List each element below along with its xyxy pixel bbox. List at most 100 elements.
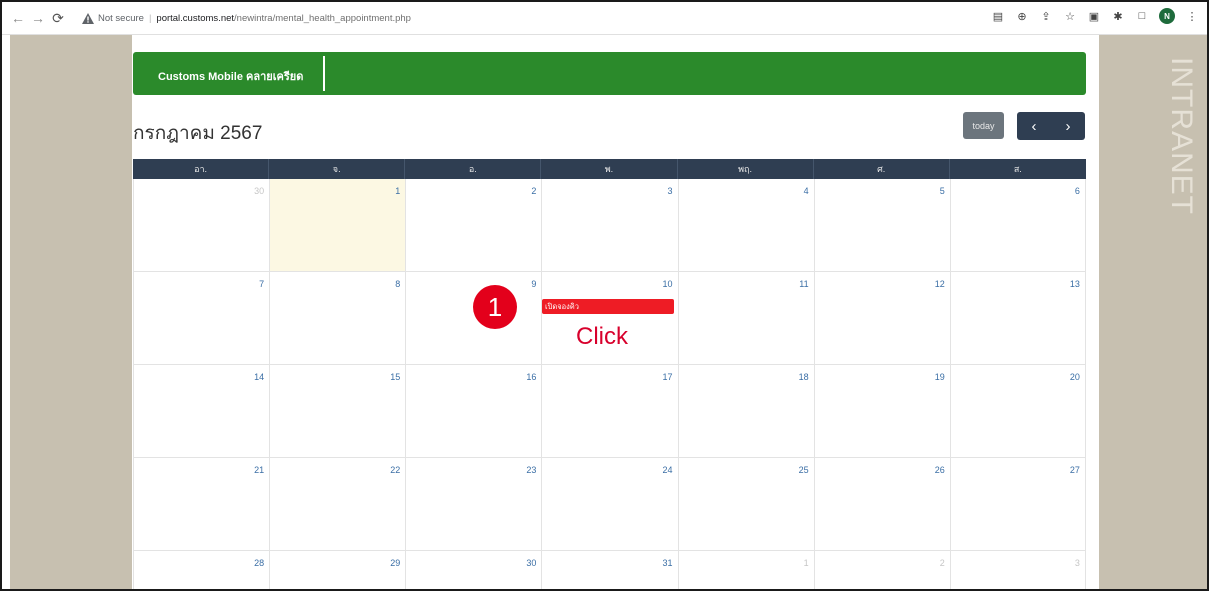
calendar-day[interactable]: 13 bbox=[949, 272, 1086, 364]
app-header-bar: Customs Mobile คลายเครียด bbox=[133, 52, 1086, 95]
day-number[interactable]: 8 bbox=[395, 279, 400, 289]
forward-arrow-icon[interactable]: → bbox=[28, 8, 48, 28]
day-number[interactable]: 16 bbox=[526, 372, 536, 382]
day-number[interactable]: 19 bbox=[935, 372, 945, 382]
calendar-day[interactable]: 4 bbox=[677, 179, 814, 271]
day-number[interactable]: 1 bbox=[395, 186, 400, 196]
day-number[interactable]: 30 bbox=[254, 186, 264, 196]
back-arrow-icon[interactable]: ← bbox=[8, 8, 28, 28]
calendar-day[interactable]: 28 bbox=[133, 551, 269, 589]
calendar-event-open-booking[interactable]: เปิดจองคิว bbox=[542, 299, 674, 314]
day-number[interactable]: 29 bbox=[390, 558, 400, 568]
day-number[interactable]: 9 bbox=[531, 279, 536, 289]
calendar-day[interactable]: 9 bbox=[405, 272, 541, 364]
calendar-week-row: 21 22 23 24 25 26 27 bbox=[133, 458, 1086, 551]
day-number[interactable]: 6 bbox=[1075, 186, 1080, 196]
calendar-day[interactable]: 3 bbox=[541, 179, 677, 271]
share-icon[interactable]: ⇪ bbox=[1039, 9, 1053, 23]
calendar-day[interactable]: 24 bbox=[541, 458, 677, 550]
app-title[interactable]: Customs Mobile คลายเครียด bbox=[158, 67, 303, 85]
calendar-day[interactable]: 21 bbox=[133, 458, 269, 550]
calendar-day[interactable]: 29 bbox=[269, 551, 405, 589]
step-number-badge: 1 bbox=[473, 285, 517, 329]
calendar-day[interactable]: 16 bbox=[405, 365, 541, 457]
day-number[interactable]: 1 bbox=[804, 558, 809, 568]
day-number[interactable]: 25 bbox=[799, 465, 809, 475]
calendar-day[interactable]: 5 bbox=[813, 179, 950, 271]
day-number[interactable]: 26 bbox=[935, 465, 945, 475]
svg-text:INTRANET: INTRANET bbox=[1172, 57, 1198, 215]
calendar-day[interactable]: 2 bbox=[813, 551, 950, 589]
day-number[interactable]: 23 bbox=[526, 465, 536, 475]
security-label: Not secure bbox=[98, 12, 144, 24]
day-number[interactable]: 12 bbox=[935, 279, 945, 289]
translate-icon[interactable]: ▤ bbox=[991, 9, 1005, 23]
day-number[interactable]: 30 bbox=[526, 558, 536, 568]
day-number[interactable]: 15 bbox=[390, 372, 400, 382]
next-month-button[interactable]: › bbox=[1051, 112, 1085, 140]
calendar-day[interactable]: 30 bbox=[405, 551, 541, 589]
calendar-day[interactable]: 6 bbox=[949, 179, 1086, 271]
bookmark-star-icon[interactable]: ☆ bbox=[1063, 9, 1077, 23]
day-number[interactable]: 4 bbox=[804, 186, 809, 196]
calendar-day[interactable]: 23 bbox=[405, 458, 541, 550]
day-number[interactable]: 27 bbox=[1070, 465, 1080, 475]
calendar-day[interactable]: 30 bbox=[133, 179, 269, 271]
calendar-week-row: 28 29 30 31 1 2 3 bbox=[133, 551, 1086, 589]
calendar-day[interactable]: 11 bbox=[677, 272, 814, 364]
calendar-day[interactable]: 8 bbox=[269, 272, 405, 364]
calendar-day[interactable]: 12 bbox=[813, 272, 950, 364]
day-number[interactable]: 21 bbox=[254, 465, 264, 475]
calendar-day[interactable]: 19 bbox=[813, 365, 950, 457]
day-number[interactable]: 3 bbox=[1075, 558, 1080, 568]
calendar-day[interactable]: 17 bbox=[541, 365, 677, 457]
day-number[interactable]: 3 bbox=[667, 186, 672, 196]
day-number[interactable]: 7 bbox=[259, 279, 264, 289]
calendar-day[interactable]: 22 bbox=[269, 458, 405, 550]
day-number[interactable]: 17 bbox=[662, 372, 672, 382]
calendar-day[interactable]: 3 bbox=[949, 551, 1086, 589]
day-number[interactable]: 18 bbox=[799, 372, 809, 382]
left-background-panel bbox=[10, 35, 132, 589]
calendar-day[interactable]: 7 bbox=[133, 272, 269, 364]
calendar-day[interactable]: 26 bbox=[813, 458, 950, 550]
day-number[interactable]: 2 bbox=[531, 186, 536, 196]
side-panel-icon[interactable]: □ bbox=[1135, 9, 1149, 23]
screenshot-extension-icon[interactable]: ▣ bbox=[1087, 9, 1101, 23]
calendar-day[interactable]: 20 bbox=[949, 365, 1086, 457]
day-number[interactable]: 24 bbox=[662, 465, 672, 475]
calendar-week-row: 30 1 2 3 4 5 6 bbox=[133, 179, 1086, 272]
day-number[interactable]: 5 bbox=[940, 186, 945, 196]
calendar-day[interactable]: 14 bbox=[133, 365, 269, 457]
calendar-day[interactable]: 18 bbox=[677, 365, 814, 457]
calendar-day[interactable]: 25 bbox=[677, 458, 814, 550]
day-number[interactable]: 22 bbox=[390, 465, 400, 475]
reload-icon[interactable]: ⟳ bbox=[48, 8, 68, 28]
prev-month-button[interactable]: ‹ bbox=[1017, 112, 1051, 140]
day-number[interactable]: 28 bbox=[254, 558, 264, 568]
day-number[interactable]: 2 bbox=[940, 558, 945, 568]
address-bar[interactable]: Not secure | portal.customs.net/newintra… bbox=[82, 12, 411, 24]
weekday-header: ส. bbox=[1013, 164, 1022, 174]
today-button[interactable]: today bbox=[963, 112, 1004, 139]
calendar-week-row: 7 8 9 10 11 12 13 bbox=[133, 272, 1086, 365]
calendar-day[interactable]: 1 bbox=[677, 551, 814, 589]
weekday-header: อา. bbox=[133, 159, 270, 179]
calendar-week-row: 14 15 16 17 18 19 20 bbox=[133, 365, 1086, 458]
calendar-day[interactable]: 27 bbox=[949, 458, 1086, 550]
day-number[interactable]: 20 bbox=[1070, 372, 1080, 382]
day-number[interactable]: 13 bbox=[1070, 279, 1080, 289]
day-number[interactable]: 10 bbox=[662, 279, 672, 289]
calendar-day[interactable]: 31 bbox=[541, 551, 677, 589]
menu-kebab-icon[interactable]: ⋮ bbox=[1185, 9, 1199, 23]
calendar-day[interactable]: 2 bbox=[405, 179, 541, 271]
day-number[interactable]: 11 bbox=[799, 279, 808, 289]
zoom-icon[interactable]: ⊕ bbox=[1015, 9, 1029, 23]
calendar-day[interactable]: 15 bbox=[269, 365, 405, 457]
extensions-puzzle-icon[interactable]: ✱ bbox=[1111, 9, 1125, 23]
day-number[interactable]: 14 bbox=[254, 372, 264, 382]
calendar-day-today[interactable]: 1 bbox=[269, 179, 406, 271]
profile-avatar[interactable]: N bbox=[1159, 8, 1175, 24]
day-number[interactable]: 31 bbox=[662, 558, 672, 568]
month-nav-group: ‹ › bbox=[1017, 112, 1085, 140]
